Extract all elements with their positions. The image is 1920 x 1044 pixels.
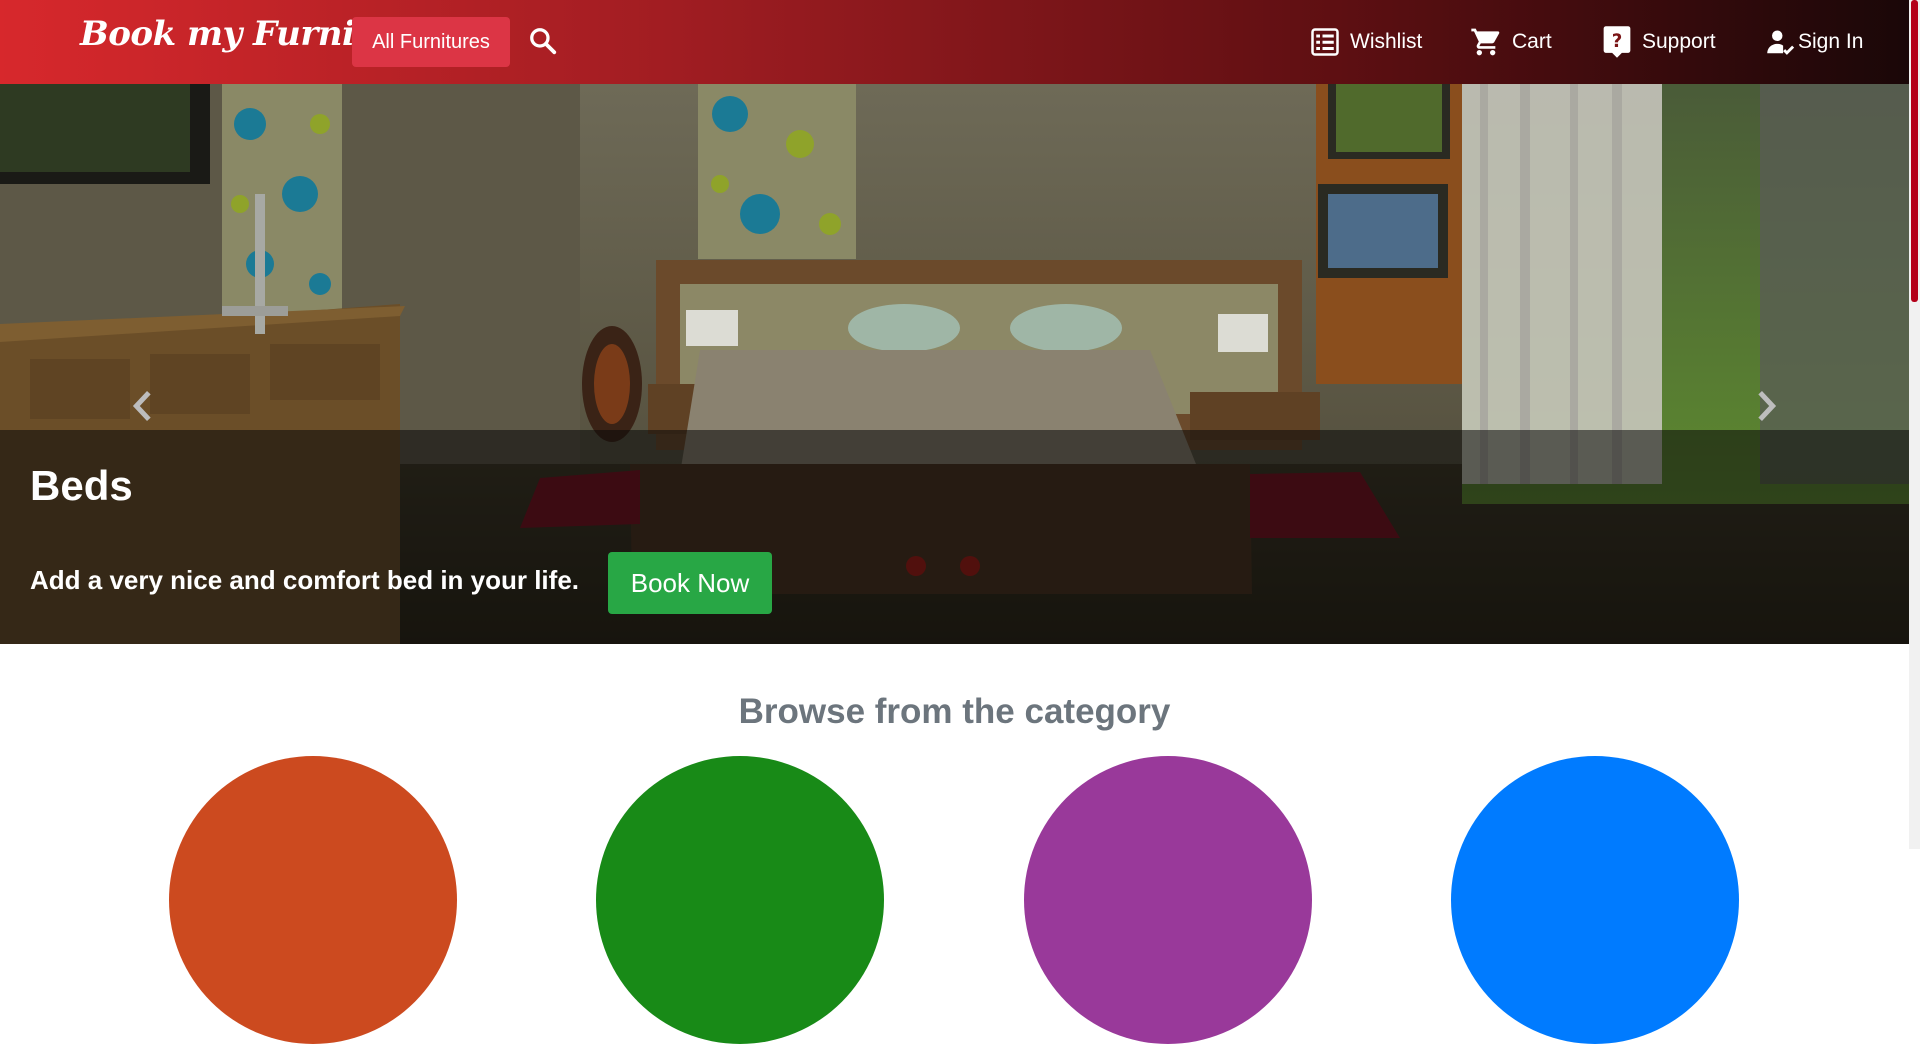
help-icon: ? [1603, 26, 1631, 58]
book-now-button[interactable]: Book Now [608, 552, 772, 614]
sign-in-link[interactable]: Sign In [1766, 24, 1863, 60]
user-check-icon [1767, 30, 1795, 55]
search-icon[interactable] [528, 26, 562, 60]
cart-link[interactable]: Cart [1470, 24, 1552, 60]
slide-description: Add a very nice and comfort bed in your … [30, 565, 579, 595]
caption-overlay [0, 430, 1909, 644]
all-furnitures-button[interactable]: All Furnitures [352, 17, 510, 67]
wishlist-link[interactable]: Wishlist [1310, 24, 1422, 60]
hero-carousel: Beds Add a very nice and comfort bed in … [0, 84, 1909, 644]
browse-category-heading: Browse from the category [738, 692, 1171, 731]
slide-title: Beds [30, 462, 133, 509]
svg-text:?: ? [1612, 31, 1623, 52]
page-scrollbar[interactable] [1909, 0, 1920, 849]
support-label: Support [1642, 30, 1716, 53]
cart-icon [1471, 28, 1500, 56]
category-circle-1[interactable] [169, 756, 457, 1044]
support-link[interactable]: ? Support [1602, 24, 1716, 60]
cart-label: Cart [1512, 30, 1552, 53]
category-circle-2[interactable] [596, 756, 884, 1044]
category-circle-3[interactable] [1024, 756, 1312, 1044]
navbar: Book my Furniture All Furnitures Wishlis… [0, 0, 1909, 84]
category-circle-4[interactable] [1451, 756, 1739, 1044]
scrollbar-thumb[interactable] [1911, 0, 1918, 302]
sign-in-label: Sign In [1798, 30, 1864, 53]
carousel-prev-icon[interactable] [123, 386, 163, 426]
list-icon [1311, 28, 1339, 56]
wishlist-label: Wishlist [1350, 30, 1423, 53]
carousel-next-icon[interactable] [1746, 386, 1786, 426]
